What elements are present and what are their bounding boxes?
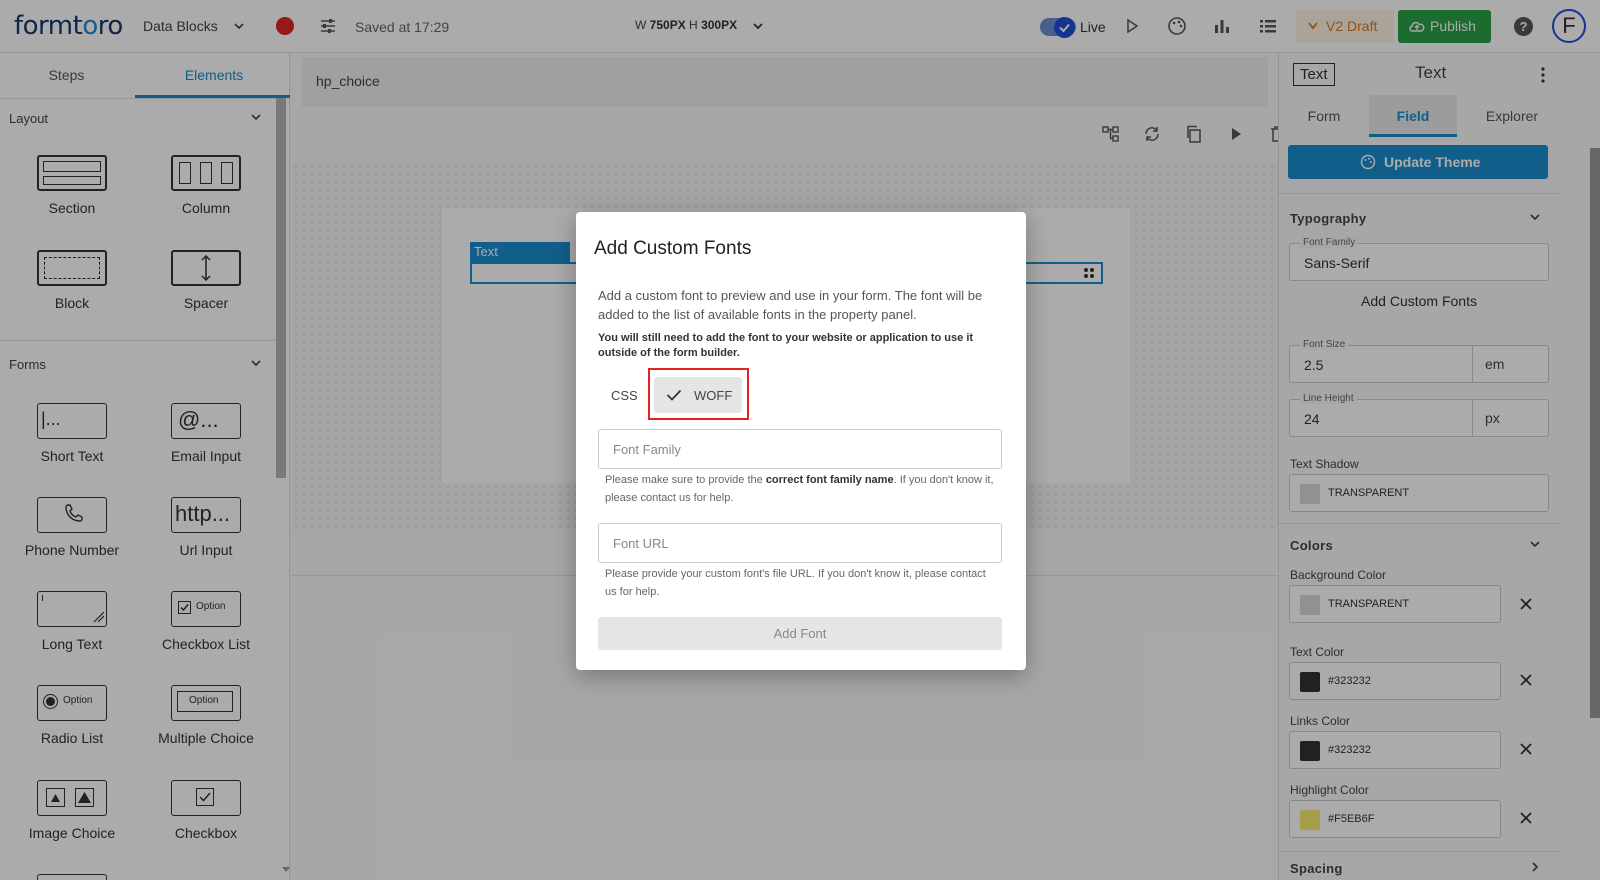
dialog-title: Add Custom Fonts [594,238,752,259]
dialog-description: Add a custom font to preview and use in … [598,288,983,322]
font-family-input[interactable]: Font Family [598,429,1002,469]
font-family-help: Please make sure to provide the correct … [605,474,994,504]
dialog-note: You will still need to add the font to y… [598,332,974,359]
highlight-outline [648,368,749,420]
add-font-button[interactable]: Add Font [598,617,1002,650]
font-url-input[interactable]: Font URL [598,523,1002,563]
add-custom-fonts-dialog: Add Custom Fonts Add a custom font to pr… [576,212,1026,670]
font-url-help: Please provide your custom font's file U… [605,568,986,598]
option-css[interactable]: CSS [611,388,638,403]
